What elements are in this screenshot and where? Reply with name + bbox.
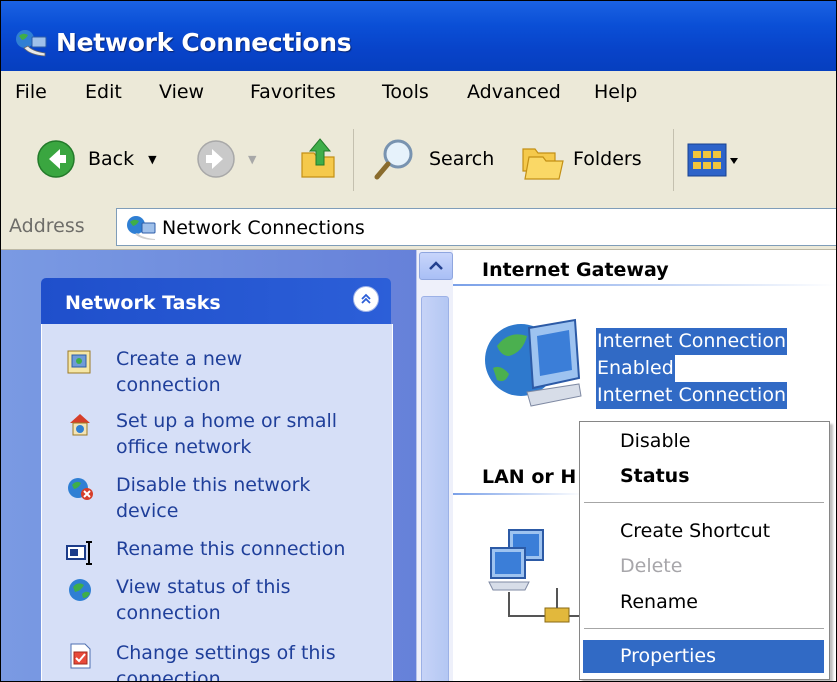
- scroll-thumb[interactable]: [421, 296, 449, 681]
- menu-tools[interactable]: Tools: [382, 81, 429, 103]
- title-bar[interactable]: Network Connections: [1, 1, 836, 71]
- task-label: Disable this network device: [116, 474, 311, 522]
- menu-view[interactable]: View: [159, 81, 204, 103]
- internet-connection-item[interactable]: Internet Connection Enabled Internet Con…: [483, 318, 833, 418]
- folders-icon: [522, 148, 564, 180]
- change-settings-icon: [70, 643, 91, 669]
- forward-dropdown-icon[interactable]: ▼: [248, 153, 256, 166]
- back-arrow-icon: [37, 140, 75, 178]
- forward-arrow-icon: [197, 140, 235, 178]
- group-internet-gateway: Internet Gateway: [482, 259, 669, 281]
- task-label: Set up a home or small office network: [116, 410, 338, 458]
- collapse-icon[interactable]: [353, 286, 379, 312]
- folders-button[interactable]: Folders: [519, 137, 642, 181]
- menu-favorites[interactable]: Favorites: [250, 81, 336, 103]
- chevron-up-icon: [429, 261, 443, 270]
- back-dropdown-icon[interactable]: ▼: [148, 153, 156, 166]
- standard-toolbar: Back ▼ ▼ Search Folders: [1, 115, 836, 206]
- scroll-up-button[interactable]: [419, 252, 453, 280]
- group-divider: [453, 284, 836, 286]
- menu-item-create-shortcut[interactable]: Create Shortcut: [620, 520, 770, 542]
- disable-device-icon: [68, 478, 93, 500]
- address-field[interactable]: Network Connections: [116, 208, 836, 246]
- network-connections-icon: [16, 30, 47, 57]
- back-label: Back: [88, 148, 135, 170]
- menu-edit[interactable]: Edit: [85, 81, 122, 103]
- back-button[interactable]: Back ▼: [36, 139, 157, 179]
- up-folder-button[interactable]: [298, 135, 338, 181]
- network-tasks-title: Network Tasks: [65, 292, 221, 314]
- menu-bar: File Edit View Favorites Tools Advanced …: [1, 71, 836, 116]
- new-connection-icon: [67, 350, 91, 374]
- search-label: Search: [429, 148, 495, 170]
- menu-separator: [584, 502, 824, 503]
- menu-file[interactable]: File: [15, 81, 47, 103]
- search-icon: [374, 139, 413, 180]
- up-folder-icon: [301, 138, 335, 178]
- menu-help[interactable]: Help: [594, 81, 637, 103]
- task-label: Create a new connection: [116, 348, 243, 396]
- menu-item-delete: Delete: [620, 555, 683, 577]
- menu-item-rename[interactable]: Rename: [620, 591, 698, 613]
- home-network-icon: [70, 414, 90, 436]
- context-menu: Disable Status Create Shortcut Delete Re…: [579, 421, 830, 680]
- views-icon: [687, 143, 738, 177]
- group-lan: LAN or H: [482, 466, 577, 488]
- rename-icon: [66, 541, 92, 565]
- address-value: Network Connections: [162, 217, 365, 239]
- address-label: Address: [9, 215, 85, 237]
- window-title: Network Connections: [56, 28, 352, 57]
- views-button[interactable]: [687, 143, 739, 177]
- connection-type: Internet Connection: [596, 382, 787, 409]
- menu-item-disable[interactable]: Disable: [620, 430, 690, 452]
- menu-separator: [584, 628, 824, 629]
- forward-button[interactable]: ▼: [196, 139, 256, 179]
- group-divider: [453, 493, 583, 495]
- network-connections-icon: [127, 216, 156, 240]
- menu-item-status[interactable]: Status: [620, 465, 690, 487]
- connection-status: Enabled: [596, 355, 675, 382]
- search-button[interactable]: Search: [373, 137, 494, 181]
- menu-advanced[interactable]: Advanced: [467, 81, 561, 103]
- view-status-icon: [69, 579, 91, 601]
- task-label: Change settings of this connection: [116, 642, 336, 682]
- network-tasks-list: Create a new connection Set up a home or …: [41, 324, 393, 682]
- vertical-scrollbar[interactable]: [416, 250, 453, 681]
- task-pane: Network Tasks Create a new connection Se…: [1, 250, 416, 682]
- network-tasks-header[interactable]: Network Tasks: [41, 278, 391, 324]
- explorer-window: Network Connections File Edit View Favor…: [0, 0, 837, 682]
- task-label: View status of this connection: [116, 576, 291, 624]
- menu-item-properties[interactable]: Properties: [620, 645, 716, 667]
- connection-name: Internet Connection: [596, 328, 787, 355]
- folders-label: Folders: [573, 148, 642, 170]
- address-bar: Address Network Connections: [1, 205, 836, 250]
- task-label: Rename this connection: [116, 538, 346, 560]
- internet-gateway-icon: [485, 318, 582, 407]
